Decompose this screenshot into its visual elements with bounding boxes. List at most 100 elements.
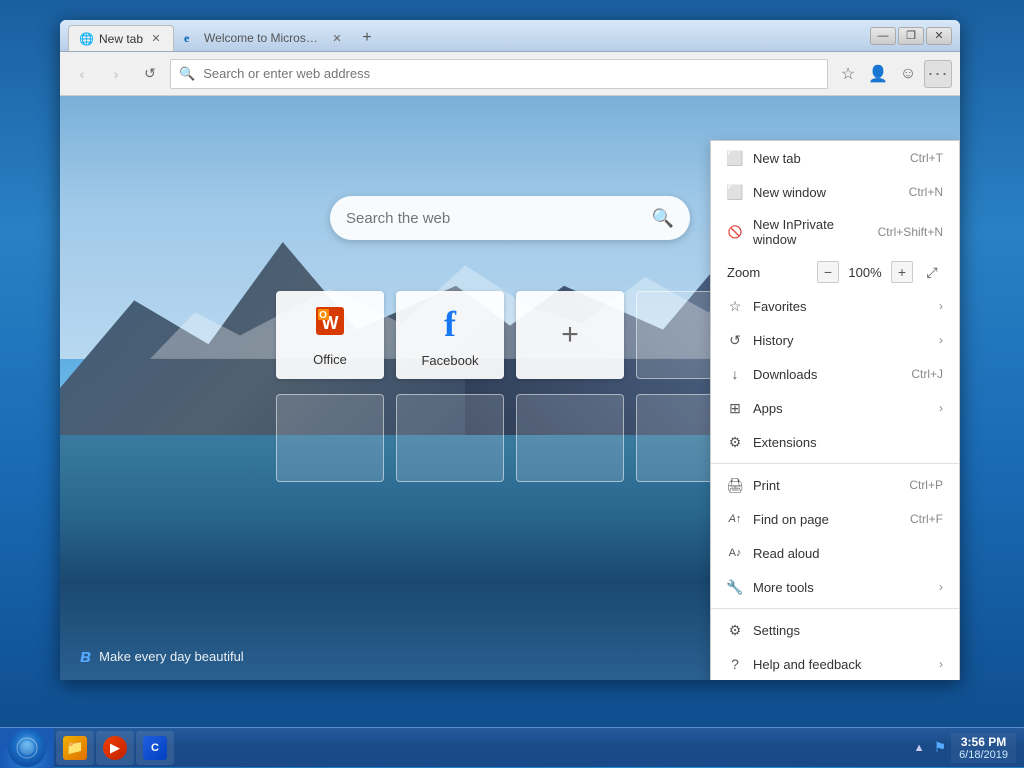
menu-item-print[interactable]: 🖨 Print Ctrl+P [711,468,959,502]
quick-link-facebook[interactable]: f Facebook [396,291,504,379]
menu-label-new-window: New window [753,185,899,200]
menu-label-help: Help and feedback [753,657,929,672]
close-button[interactable]: ✕ [926,27,952,45]
favorites-button[interactable]: ☆ [834,60,862,88]
favorites-arrow: › [939,299,943,313]
apps-icon: ⊞ [727,400,743,416]
print-icon: 🖨 [727,477,743,493]
office-label: Office [313,352,347,367]
facebook-icon: f [444,303,456,345]
bing-branding: ʙ Make every day beautiful [80,646,244,667]
profile-button[interactable]: 👤 [864,60,892,88]
menu-shortcut-new-window: Ctrl+N [909,185,943,199]
forward-button[interactable]: › [102,60,130,88]
clock-time: 3:56 PM [959,735,1008,749]
menu-shortcut-downloads: Ctrl+J [911,367,943,381]
tab-new-tab[interactable]: 🌐 New tab ✕ [68,25,174,51]
more-tools-arrow: › [939,580,943,594]
search-box[interactable]: 🔍 [330,196,690,240]
start-orb [8,729,46,767]
tab-edge-welcome[interactable]: e Welcome to Microsoft Edge Ca... ✕ [174,25,354,51]
menu-item-find[interactable]: A↑ Find on page Ctrl+F [711,502,959,536]
taskbar: 📁 ▶ C ▲ ⚑ 3:56 PM 6/18/2019 [0,727,1024,767]
menu-item-apps[interactable]: ⊞ Apps › [711,391,959,425]
menu-item-read-aloud[interactable]: A♪ Read aloud [711,536,959,570]
address-input[interactable] [203,66,819,81]
star-icon: ☆ [727,298,743,314]
taskbar-item-media[interactable]: ▶ [96,731,134,765]
menu-label-apps: Apps [753,401,929,416]
bing-logo: ʙ [80,646,91,667]
divider-2 [711,608,959,609]
taskbar-item-explorer[interactable]: 📁 [56,731,94,765]
search-input[interactable] [346,210,642,227]
menu-label-favorites: Favorites [753,299,929,314]
desktop: 🌐 New tab ✕ e Welcome to Microsoft Edge … [0,0,1024,767]
branding-text: Make every day beautiful [99,649,244,664]
menu-shortcut-new-tab: Ctrl+T [910,151,943,165]
zoom-out-button[interactable]: − [817,261,839,283]
menu-item-history[interactable]: ↺ History › [711,323,959,357]
emoji-button[interactable]: ☺ [894,60,922,88]
read-icon: A♪ [727,545,743,561]
tab-label-2: Welcome to Microsoft Edge Ca... [204,31,324,45]
menu-label-settings: Settings [753,623,943,638]
search-small-icon: 🔍 [179,66,195,82]
menu-shortcut-inprivate: Ctrl+Shift+N [878,225,943,239]
settings-icon: ⚙ [727,622,743,638]
add-icon: + [561,318,579,352]
menu-label-find: Find on page [753,512,900,527]
menu-item-new-tab[interactable]: ⬜ New tab Ctrl+T [711,141,959,175]
taskbar-flag[interactable]: ⚑ [933,733,947,763]
back-button[interactable]: ‹ [68,60,96,88]
refresh-button[interactable]: ↺ [136,60,164,88]
quick-link-office[interactable]: W O Office [276,291,384,379]
zoom-fullscreen-button[interactable]: ⤢ [921,261,943,283]
menu-label-read-aloud: Read aloud [753,546,943,561]
menu-label-print: Print [753,478,899,493]
menu-item-extensions[interactable]: ⚙ Extensions [711,425,959,459]
zoom-in-button[interactable]: + [891,261,913,283]
menu-item-more-tools[interactable]: 🔧 More tools › [711,570,959,604]
more-button[interactable]: ··· [924,60,952,88]
zoom-control: Zoom − 100% + ⤢ [711,255,959,289]
zoom-value: 100% [847,265,883,280]
menu-item-help[interactable]: ? Help and feedback › [711,647,959,680]
maximize-button[interactable]: ❐ [898,27,924,45]
tray-expand-button[interactable]: ▲ [909,733,929,763]
taskbar-tray: ▲ [909,733,929,763]
menu-item-settings[interactable]: ⚙ Settings [711,613,959,647]
menu-label-inprivate: New InPrivate window [753,217,868,247]
taskbar-clock[interactable]: 3:56 PM 6/18/2019 [951,733,1016,763]
address-bar[interactable]: 🔍 [170,59,828,89]
zoom-label: Zoom [727,265,809,280]
quick-link-empty-4 [516,394,624,482]
private-icon: 🚫 [727,224,743,240]
quick-link-add[interactable]: + [516,291,624,379]
tools-icon: 🔧 [727,579,743,595]
tab-add-button[interactable]: + [354,25,380,51]
menu-item-new-window[interactable]: ⬜ New window Ctrl+N [711,175,959,209]
minimize-button[interactable]: — [870,27,896,45]
menu-item-downloads[interactable]: ↓ Downloads Ctrl+J [711,357,959,391]
menu-shortcut-find: Ctrl+F [910,512,943,526]
taskbar-right: ▲ ⚑ 3:56 PM 6/18/2019 [901,728,1024,767]
taskbar-item-app[interactable]: C [136,731,174,765]
menu-shortcut-print: Ctrl+P [909,478,943,492]
help-arrow: › [939,657,943,671]
nav-bar: ‹ › ↺ 🔍 ☆ 👤 ☺ ··· [60,52,960,96]
search-icon[interactable]: 🔍 [652,208,674,229]
nav-actions: ☆ 👤 ☺ ··· [834,60,952,88]
history-arrow: › [939,333,943,347]
extensions-icon: ⚙ [727,434,743,450]
start-button[interactable] [0,728,54,768]
tab-close-2[interactable]: ✕ [330,31,344,45]
menu-label-extensions: Extensions [753,435,943,450]
menu-item-favorites[interactable]: ☆ Favorites › [711,289,959,323]
browser-window: 🌐 New tab ✕ e Welcome to Microsoft Edge … [60,20,960,680]
menu-label-history: History [753,333,929,348]
tab-close-1[interactable]: ✕ [149,32,163,46]
tab-label-1: New tab [99,32,143,46]
menu-item-inprivate[interactable]: 🚫 New InPrivate window Ctrl+Shift+N [711,209,959,255]
browser-content: 🔍 W O [60,96,960,680]
